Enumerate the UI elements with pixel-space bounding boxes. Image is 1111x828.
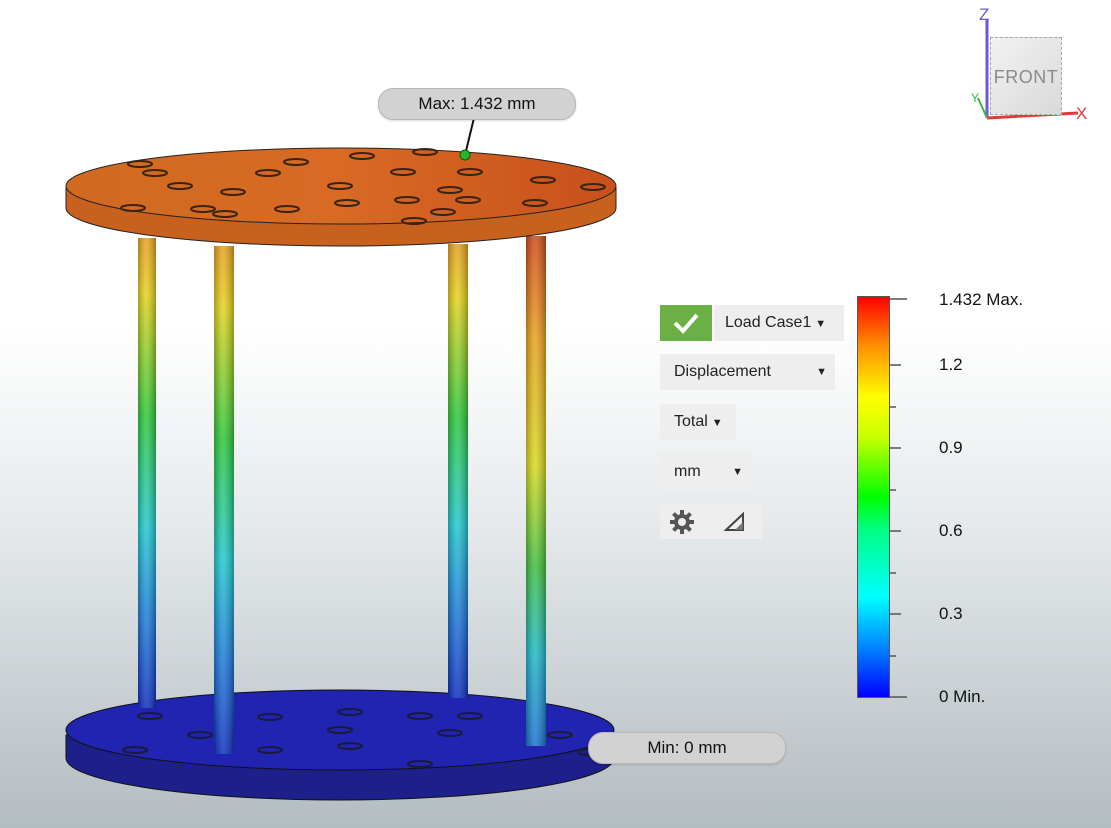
component-dropdown[interactable]: Total ▼ (660, 404, 736, 440)
result-type-label: Displacement (674, 363, 771, 380)
checkmark-icon (673, 313, 699, 334)
legend-label-0.3: 0.3 (939, 604, 963, 623)
gear-icon[interactable] (669, 509, 695, 535)
min-callout: Min: 0 mm (588, 732, 786, 764)
units-dropdown[interactable]: mm ▼ (660, 454, 752, 490)
load-case-label: Load Case1 (725, 314, 812, 331)
display-options-bar (660, 503, 762, 539)
legend-label-max: 1.432 Max. (939, 290, 1024, 309)
chevron-down-icon: ▼ (816, 366, 827, 378)
support-rods (138, 236, 546, 754)
deformation-scale-icon[interactable] (723, 511, 747, 533)
max-pointer-line (464, 117, 475, 156)
legend-ticks (889, 298, 907, 698)
top-plate (65, 147, 617, 247)
color-scale-bar (857, 296, 890, 698)
axis-x-label: X (1076, 104, 1088, 123)
legend-label-0.9: 0.9 (939, 438, 963, 457)
axis-y-label: Y (971, 91, 980, 105)
chevron-down-icon: ▼ (732, 466, 743, 478)
chevron-down-icon: ▼ (711, 417, 723, 429)
result-type-dropdown[interactable]: Displacement ▼ (660, 354, 835, 390)
load-case-dropdown[interactable]: Load Case1 ▼ (714, 305, 844, 341)
component-label: Total (674, 413, 708, 430)
chevron-down-icon: ▼ (815, 318, 827, 330)
legend-label-1.2: 1.2 (939, 355, 963, 374)
legend-label-0.6: 0.6 (939, 521, 963, 540)
axis-z-label: Z (979, 5, 990, 24)
units-label: mm (674, 463, 701, 480)
view-cube-front-face[interactable]: FRONT (990, 37, 1062, 115)
max-callout: Max: 1.432 mm (378, 88, 576, 120)
legend-label-min: 0 Min. (939, 687, 986, 706)
apply-check-button[interactable] (660, 305, 712, 341)
max-marker (459, 149, 471, 161)
